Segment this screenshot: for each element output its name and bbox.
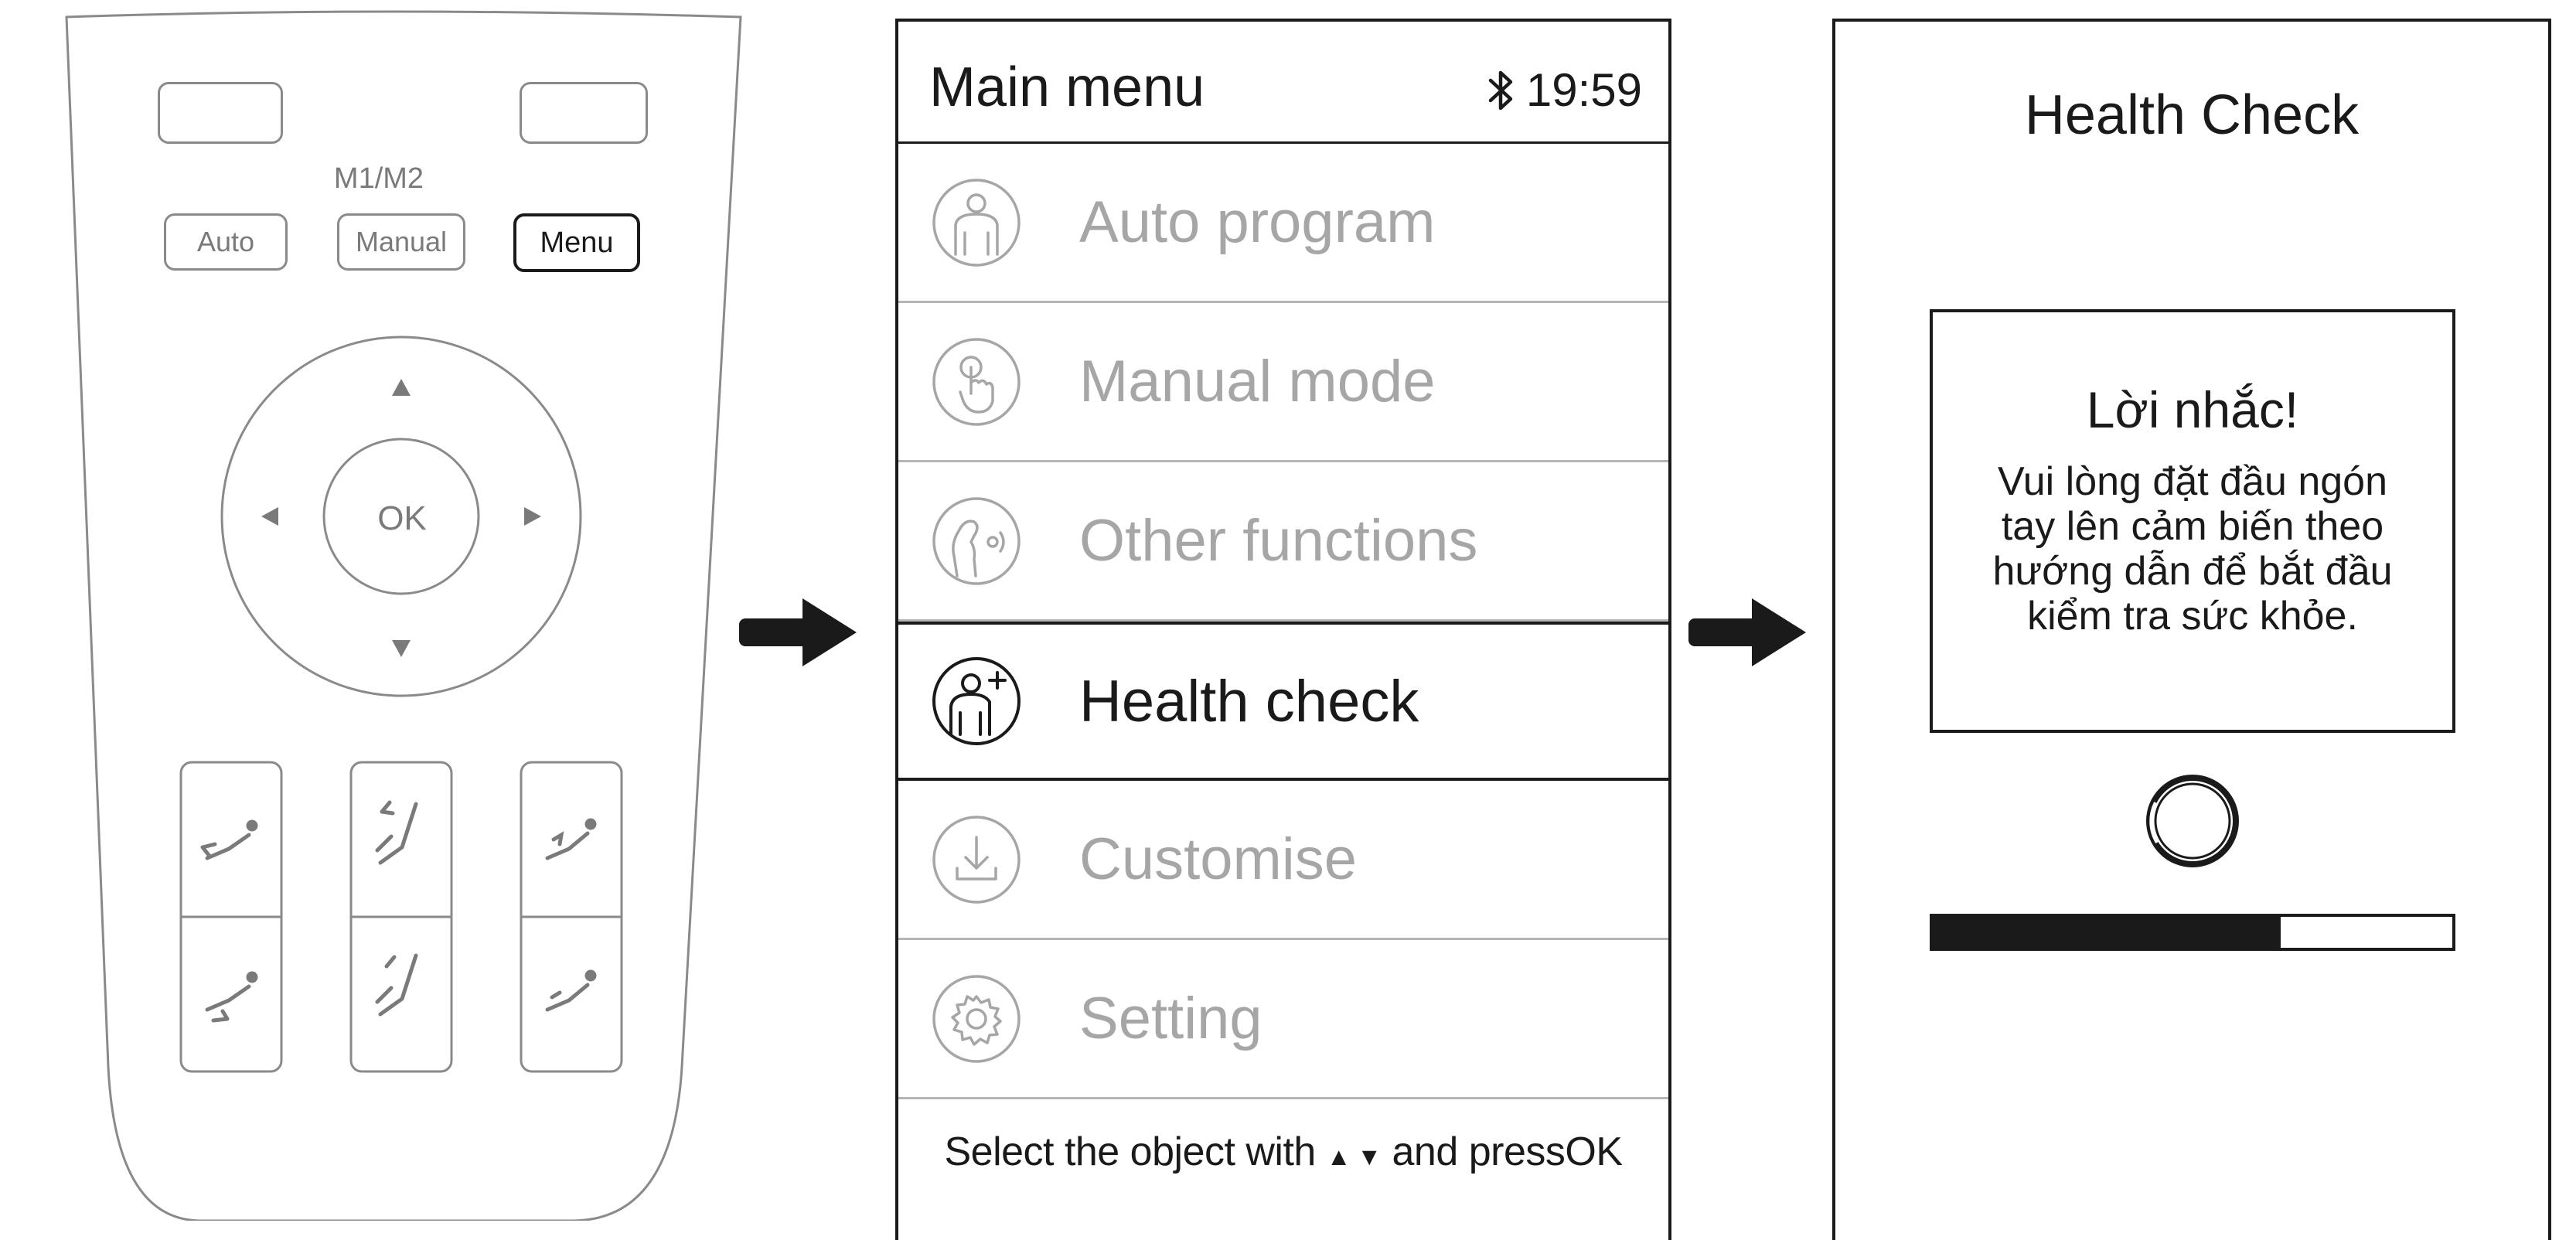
reminder-line: Vui lòng đặt đầu ngón xyxy=(1997,459,2388,504)
menu-button[interactable]: Menu xyxy=(513,213,640,272)
menu-item-label: Customise xyxy=(1079,826,1357,892)
menu-item-manual-mode[interactable]: Manual mode xyxy=(898,303,1668,462)
loading-ring-icon xyxy=(2146,775,2239,867)
gear-icon xyxy=(932,974,1021,1063)
bluetooth-icon xyxy=(1488,70,1513,110)
clock-time: 19:59 xyxy=(1525,64,1642,116)
menu-item-label: Health check xyxy=(1079,668,1419,734)
hint-arrows: ▲ ▼ xyxy=(1326,1143,1382,1170)
pause-button[interactable] xyxy=(520,82,648,144)
reminder-line: kiểm tra sức khỏe. xyxy=(2027,594,2358,639)
auto-button[interactable]: Auto xyxy=(164,213,288,271)
screen-title: Health Check xyxy=(2024,84,2360,146)
flow-arrow-icon xyxy=(739,598,857,666)
person-icon xyxy=(932,178,1021,267)
download-icon xyxy=(932,815,1021,904)
power-button[interactable] xyxy=(158,82,283,144)
menu-item-auto-program[interactable]: Auto program xyxy=(898,144,1668,303)
hint-ok: OK xyxy=(1565,1129,1623,1174)
manual-button[interactable]: Manual xyxy=(337,213,465,271)
flow-arrow-icon xyxy=(1688,598,1806,666)
menu-item-other-functions[interactable]: Other functions xyxy=(898,462,1668,622)
menu-item-setting[interactable]: Setting xyxy=(898,940,1668,1099)
status-bar: 19:59 xyxy=(1487,63,1642,117)
menu-item-label: Manual mode xyxy=(1079,349,1436,414)
menu-item-label: Other functions xyxy=(1079,508,1478,574)
progress-bar-fill xyxy=(1933,917,2281,948)
menu-item-label: Setting xyxy=(1079,986,1262,1051)
memory-label: M1/M2 xyxy=(333,162,424,195)
menu-header: Main menu 19:59 xyxy=(898,22,1668,144)
recline-button-grid[interactable] xyxy=(179,761,623,1073)
reminder-line: tay lên cảm biến theo xyxy=(2001,504,2384,549)
person-vibration-icon xyxy=(932,496,1021,585)
menu-footer-hint: Select the object with ▲ ▼ and pressOK xyxy=(898,1129,1668,1175)
reminder-dialog: Lời nhắc! Vui lòng đặt đầu ngón tay lên … xyxy=(1930,309,2455,733)
reminder-text: Vui lòng đặt đầu ngón tay lên cảm biến t… xyxy=(1964,459,2421,639)
reminder-title: Lời nhắc! xyxy=(2086,381,2299,438)
menu-title: Main menu xyxy=(929,56,1205,118)
hint-prefix: Select the object with xyxy=(944,1129,1316,1174)
menu-item-health-check[interactable]: Health check xyxy=(898,622,1668,781)
main-menu-screen: Main menu 19:59 Auto program Manual mode xyxy=(895,19,1671,1240)
ok-label[interactable]: OK xyxy=(363,499,441,538)
hint-suffix: and press xyxy=(1392,1129,1566,1174)
menu-item-label: Auto program xyxy=(1079,189,1436,255)
person-plus-icon xyxy=(932,657,1021,745)
progress-bar xyxy=(1930,914,2455,951)
health-check-screen: Health Check Lời nhắc! Vui lòng đặt đầu … xyxy=(1832,19,2551,1240)
menu-item-customise[interactable]: Customise xyxy=(898,781,1668,940)
hand-pointer-icon xyxy=(932,337,1021,426)
reminder-line: hướng dẫn để bắt đầu xyxy=(1992,549,2393,594)
